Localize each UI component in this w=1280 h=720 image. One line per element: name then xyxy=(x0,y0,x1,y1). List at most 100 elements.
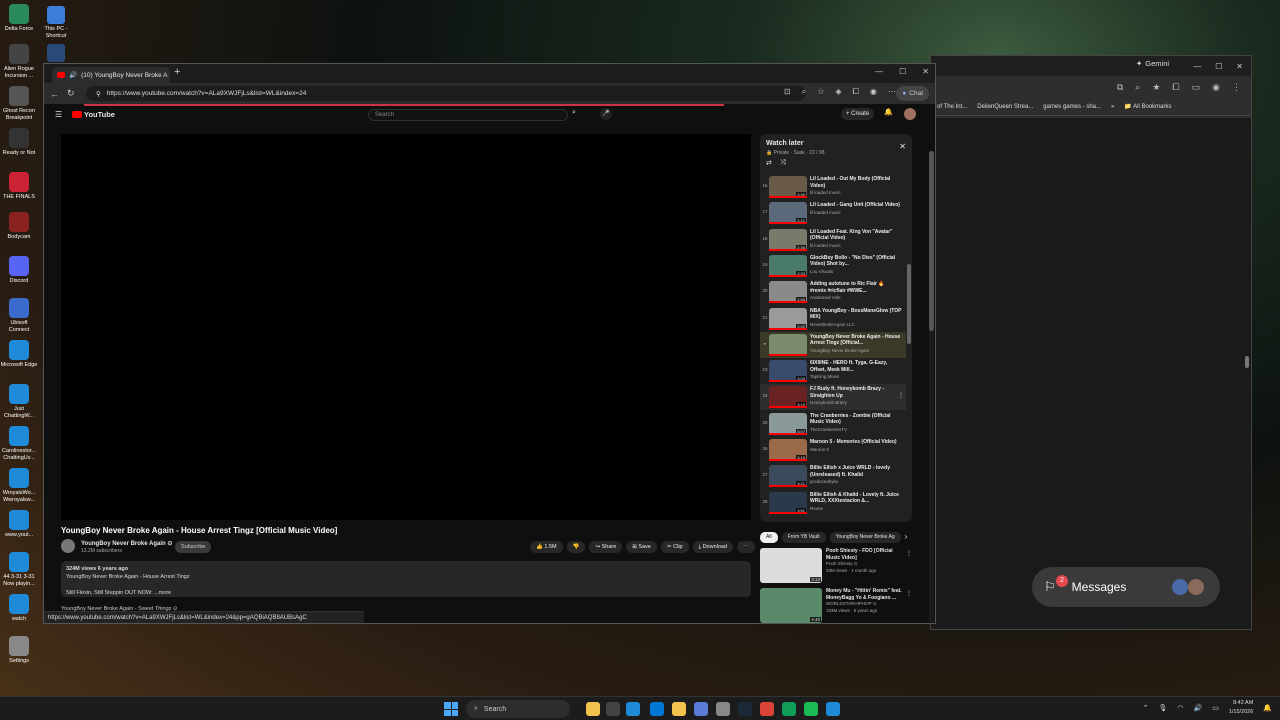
speaker-icon[interactable]: 🔊 xyxy=(69,71,77,79)
video-action-button[interactable]: ⋯ xyxy=(737,541,755,553)
playlist-item[interactable]: 17 2:21 Lil Loaded - Gang Unit (Official V… xyxy=(760,200,906,226)
search-icon[interactable]: ⌕ xyxy=(572,109,576,117)
playlist-item[interactable]: 20 1:00 Adding autotune to Ric Flair 🔥 #re… xyxy=(760,279,906,305)
video-action-button[interactable]: ↪ Share xyxy=(589,541,623,553)
desktop-icon[interactable]: watch xyxy=(0,594,38,623)
site-info-icon[interactable]: ⚲ xyxy=(96,90,101,98)
profile-icon[interactable]: ◉ xyxy=(870,87,877,97)
maximize-icon[interactable]: ☐ xyxy=(1215,62,1222,71)
edge-icon[interactable] xyxy=(626,702,640,716)
playlist-item[interactable]: 21 2:22 NBA YoungBoy - BossManeGlow (TOP M… xyxy=(760,306,906,332)
desktop-icon[interactable] xyxy=(42,44,70,64)
channel-name[interactable]: YoungBoy Never Broke Again ⊙ xyxy=(81,540,172,547)
address-bar[interactable]: ⚲ https://www.youtube.com/watch?v=ALa9XW… xyxy=(86,86,806,101)
page-scrollbar[interactable] xyxy=(929,151,934,331)
video-thumbnail[interactable]: 2:21 xyxy=(769,202,807,225)
maximize-icon[interactable]: ☐ xyxy=(899,67,906,76)
playlist-item[interactable]: 25 5:07 The Cranberries - Zombie (Official… xyxy=(760,411,906,437)
playlist-item[interactable]: ▸ YoungBoy Never Broke Again - House Arre… xyxy=(760,331,906,358)
video-player[interactable] xyxy=(61,134,751,520)
desktop-icon[interactable]: Ready or Not xyxy=(0,128,38,157)
desktop-icon[interactable]: THE FINALS xyxy=(0,172,38,201)
desktop-icon[interactable]: Discord xyxy=(0,256,38,285)
playlist-item[interactable]: 24 3:19 FJ Rudy ft. Honeykomb Brazy - Stra… xyxy=(760,384,906,411)
more-icon[interactable]: ⋮ xyxy=(906,590,912,597)
search-input[interactable]: Search xyxy=(368,109,568,121)
chatgpt-icon[interactable] xyxy=(606,702,620,716)
video-thumbnail[interactable]: 2:36 xyxy=(769,228,807,251)
settings-icon[interactable] xyxy=(716,702,730,716)
video-thumbnail[interactable]: 1:00 xyxy=(769,281,807,304)
edge-alt-icon[interactable] xyxy=(826,702,840,716)
create-button[interactable]: + Create xyxy=(841,108,875,120)
close-icon[interactable]: ✕ xyxy=(899,142,906,151)
star-icon[interactable]: ☆ xyxy=(817,87,824,97)
recommendation-item[interactable]: 4:40 Money Mu - "Hittin' Remix" feat. Mon… xyxy=(760,588,912,623)
sidepanel-icon[interactable]: ▭ xyxy=(1192,82,1201,93)
desktop-icon[interactable]: Ghost Recon Breakpoint xyxy=(0,86,38,121)
all-bookmarks[interactable]: 📁 All Bookmarks xyxy=(1124,103,1171,110)
video-action-button[interactable]: ✂ Clip xyxy=(660,541,689,553)
close-icon[interactable]: ✕ xyxy=(922,67,929,76)
start-button[interactable] xyxy=(444,702,458,716)
new-tab-button[interactable]: + xyxy=(174,66,180,78)
chevron-right-icon[interactable]: › xyxy=(905,532,908,543)
video-thumbnail[interactable]: 2:33 xyxy=(769,254,807,277)
desktop-icon[interactable]: WroyalsWo... Wwroyalsw... xyxy=(0,468,38,503)
chat-button[interactable]: ● Chat xyxy=(896,86,929,101)
video-thumbnail[interactable]: 2:40 xyxy=(769,176,807,198)
bookmark[interactable]: of The Int... xyxy=(937,104,967,110)
desktop-icon[interactable]: Carolinestor... ChattingUv... xyxy=(0,426,38,461)
video-action-button[interactable]: ⊞ Save xyxy=(626,541,657,553)
desktop-icon[interactable]: Microsoft Edge xyxy=(0,340,38,369)
chrome-alt-icon[interactable] xyxy=(782,702,796,716)
minimize-icon[interactable]: — xyxy=(1193,62,1201,71)
spotify-icon[interactable] xyxy=(804,702,818,716)
desktop-icon[interactable]: This PC - Shortcut xyxy=(42,6,70,39)
video-thumbnail[interactable]: 3:21 xyxy=(769,465,807,488)
subscribe-button[interactable]: Subscribe xyxy=(175,541,212,553)
notifications-icon[interactable]: 🔔 xyxy=(1263,704,1272,712)
store-icon[interactable] xyxy=(650,702,664,716)
close-icon[interactable]: ✕ xyxy=(1236,62,1243,71)
chrome-icon[interactable] xyxy=(760,702,774,716)
wifi-icon[interactable]: ◠ xyxy=(1177,704,1183,712)
profile-icon[interactable]: ◉ xyxy=(1212,82,1220,93)
more-icon[interactable]: ⋮ xyxy=(906,550,912,557)
background-browser-window[interactable]: ✦ Gemini — ☐ ✕ ⧉ ⌕ ★ ⧠ ▭ ◉ ⋮ of The Int..… xyxy=(930,55,1252,630)
mic-icon[interactable]: 🎤 xyxy=(600,108,612,120)
playlist-item[interactable]: 28 3:51 Billie Eilish & Khalid - Lovely ft… xyxy=(760,490,906,516)
zoom-icon[interactable]: ⌕ xyxy=(1135,82,1140,93)
video-thumbnail[interactable]: 3:13 xyxy=(760,548,822,583)
photos-icon[interactable] xyxy=(694,702,708,716)
notifications-icon[interactable]: 🔔 xyxy=(884,108,893,116)
steam-icon[interactable] xyxy=(738,702,752,716)
main-browser-window[interactable]: 🔊 (10) YoungBoy Never Broke A ✕ + — ☐ ✕ … xyxy=(43,63,936,624)
recommendation-item[interactable]: 3:13 Pooh Shiesty - FDO [Official Music V… xyxy=(760,548,912,584)
desktop-icon[interactable]: Alien Rogue Incursion ... xyxy=(0,44,38,79)
install-icon[interactable]: ⊡ xyxy=(784,87,791,97)
playlist-item[interactable]: 23 3:03 6IX9INE - HERO ft. Tyga, G-Eazy, O… xyxy=(760,358,906,384)
messages-widget[interactable]: ⚐ 2 Messages xyxy=(1032,567,1220,607)
menu-icon[interactable]: ⋯ xyxy=(888,87,896,97)
minimize-icon[interactable]: — xyxy=(875,67,883,76)
mic-icon[interactable]: 🎙 xyxy=(1158,704,1167,712)
playlist-scrollbar[interactable] xyxy=(907,264,911,344)
bookmark[interactable]: games games - sha... xyxy=(1043,104,1101,110)
youtube-logo[interactable]: YouTube xyxy=(72,110,115,119)
clock[interactable]: 8:42 AM 1/15/2026 xyxy=(1229,699,1253,717)
bookmark[interactable]: DeilenQueen Strea... xyxy=(977,104,1033,110)
more-icon[interactable]: ⋮ xyxy=(898,392,904,399)
video-thumbnail[interactable] xyxy=(769,333,807,356)
file-explorer-icon[interactable] xyxy=(586,702,600,716)
video-action-button[interactable]: 👍 1.5M xyxy=(530,541,563,553)
channel-avatar[interactable] xyxy=(61,539,75,553)
back-icon[interactable]: ← xyxy=(50,89,59,99)
desktop-icon[interactable]: www.yout... xyxy=(0,510,38,539)
video-thumbnail[interactable]: 3:19 xyxy=(769,386,807,409)
video-action-button[interactable]: ⤓ Download xyxy=(692,541,734,553)
extensions-icon[interactable]: ⧠ xyxy=(853,87,859,97)
hamburger-menu-icon[interactable]: ☰ xyxy=(55,110,62,119)
filter-chip[interactable]: YoungBoy Never Broke Ag xyxy=(829,532,901,543)
translate-icon[interactable]: ⧉ xyxy=(1117,82,1123,93)
